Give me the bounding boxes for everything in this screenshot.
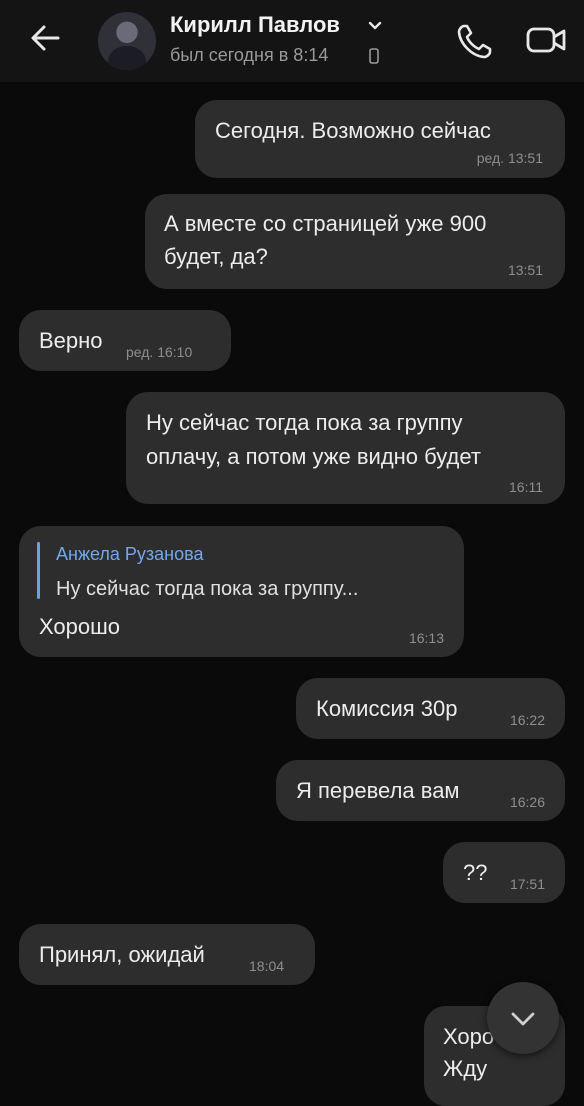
chevron-down-icon[interactable] [366, 16, 384, 34]
message-bubble-incoming[interactable]: Анжела Рузанова Ну сейчас тогда пока за … [19, 526, 464, 657]
message-bubble-incoming[interactable]: Принял, ожидай 18:04 [19, 924, 315, 985]
chat-header: Кирилл Павлов был сегодня в 8:14 [0, 0, 584, 82]
message-bubble-outgoing[interactable]: Ну сейчас тогда пока за группу оплачу, а… [126, 392, 565, 504]
message-time: ред. 16:10 [126, 344, 193, 360]
message-time: 13:51 [507, 262, 543, 278]
message-text: ?? [463, 860, 488, 885]
reply-text[interactable]: Ну сейчас тогда пока за группу... [56, 578, 358, 601]
message-text-line2: Жду [443, 1056, 488, 1081]
message-text: Принял, ожидай [39, 942, 205, 967]
arrow-left-icon[interactable] [26, 18, 66, 58]
message-time: 17:51 [509, 876, 545, 892]
message-time: 16:22 [509, 712, 545, 728]
message-bubble-outgoing[interactable]: Я перевела вам 16:26 [276, 760, 565, 821]
message-time: 16:11 [509, 479, 543, 495]
phone-device-icon [369, 48, 379, 64]
message-text: Я перевела вам [296, 778, 460, 803]
message-text-line1: Ну сейчас тогда пока за группу [146, 410, 463, 435]
message-text: Верно [39, 328, 103, 353]
message-time: 18:04 [249, 958, 285, 974]
reply-quote-bar [37, 542, 40, 599]
message-time: ред. 13:51 [476, 150, 543, 166]
message-text-line1: Хоро [443, 1024, 495, 1049]
message-bubble-outgoing[interactable]: А вместе со страницей уже 900 будет, да?… [145, 194, 565, 289]
message-text-line2: будет, да? [164, 244, 268, 269]
chevron-down-icon [511, 1012, 535, 1026]
message-bubble-outgoing[interactable]: Комиссия 30р 16:22 [296, 678, 565, 739]
message-bubble-outgoing[interactable]: ?? 17:51 [443, 842, 565, 903]
message-time: 16:26 [509, 794, 545, 810]
scroll-to-bottom-button[interactable] [487, 982, 559, 1054]
avatar[interactable] [98, 12, 156, 70]
message-time: 16:13 [408, 630, 444, 646]
message-text: Сегодня. Возможно сейчас [215, 118, 491, 143]
message-bubble-outgoing[interactable]: Сегодня. Возможно сейчас ред. 13:51 [195, 100, 565, 178]
contact-name[interactable]: Кирилл Павлов [170, 12, 340, 38]
video-camera-icon[interactable] [524, 20, 568, 60]
phone-call-icon[interactable] [454, 20, 496, 62]
contact-status: был сегодня в 8:14 [170, 45, 329, 65]
message-text: Хорошо [39, 614, 121, 639]
message-text-line1: А вместе со страницей уже 900 [164, 211, 487, 236]
message-text: Комиссия 30р [316, 696, 458, 721]
reply-author[interactable]: Анжела Рузанова [56, 544, 204, 565]
message-bubble-incoming[interactable]: Верно ред. 16:10 [19, 310, 231, 371]
message-text-line2: оплачу, а потом уже видно будет [146, 444, 481, 469]
